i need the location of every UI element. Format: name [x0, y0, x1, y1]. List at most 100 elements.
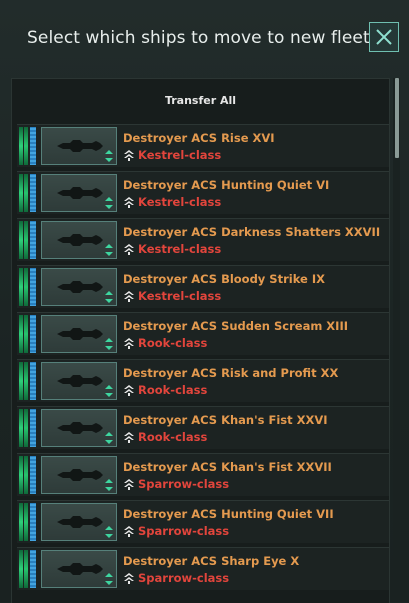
ship-thumbnail	[41, 268, 117, 306]
shield-bar	[30, 362, 36, 400]
hull-bar	[19, 268, 23, 306]
armor-bar	[24, 550, 28, 588]
shield-bar	[30, 456, 36, 494]
destroyer-ship-icon	[57, 469, 103, 481]
ship-name: Destroyer ACS Sharp Eye X	[123, 554, 300, 568]
ship-name: Destroyer ACS Sudden Scream XIII	[123, 319, 349, 333]
ship-status-bars	[19, 362, 39, 400]
hull-bar	[19, 362, 23, 400]
hull-bar	[19, 409, 23, 447]
veterancy-rank-icon	[124, 197, 134, 208]
dialog-header: Select which ships to move to new fleet	[0, 0, 409, 74]
reorder-arrows-icon	[105, 573, 113, 585]
destroyer-ship-icon	[57, 516, 103, 528]
reorder-arrows-icon	[105, 150, 113, 162]
reorder-arrows-icon	[105, 338, 113, 350]
shield-bar	[30, 409, 36, 447]
ship-thumbnail	[41, 174, 117, 212]
close-x-icon	[376, 29, 392, 45]
armor-bar	[24, 456, 28, 494]
ship-row[interactable]: Destroyer ACS Darkness Shatters XXVII Ke…	[17, 218, 389, 261]
ship-row[interactable]: Destroyer ACS Khan's Fist XXVI Rook-clas…	[17, 406, 389, 449]
ship-class: Sparrow-class	[138, 571, 230, 585]
ship-status-bars	[19, 409, 39, 447]
ship-name: Destroyer ACS Rise XVI	[123, 131, 275, 145]
armor-bar	[24, 174, 28, 212]
fleet-transfer-dialog: Select which ships to move to new fleet …	[0, 0, 409, 603]
ship-status-bars	[19, 221, 39, 259]
ship-row[interactable]: Destroyer ACS Khan's Fist XXVII Sparrow-…	[17, 453, 389, 496]
ship-class: Rook-class	[138, 383, 208, 397]
destroyer-ship-icon	[57, 563, 103, 575]
hull-bar	[19, 503, 23, 541]
hull-bar	[19, 456, 23, 494]
destroyer-ship-icon	[57, 328, 103, 340]
ship-name: Destroyer ACS Khan's Fist XXVII	[123, 460, 332, 474]
ship-name: Destroyer ACS Hunting Quiet VI	[123, 178, 330, 192]
veterancy-rank-icon	[124, 432, 134, 443]
ship-list: Transfer All Destroyer ACS Rise XVI Kest…	[11, 78, 390, 603]
ship-status-bars	[19, 268, 39, 306]
hull-bar	[19, 315, 23, 353]
reorder-arrows-icon	[105, 244, 113, 256]
ship-status-bars	[19, 456, 39, 494]
shield-bar	[30, 503, 36, 541]
ship-row[interactable]: Destroyer ACS Hunting Quiet VI Kestrel-c…	[17, 171, 389, 214]
hull-bar	[19, 221, 23, 259]
ship-class: Sparrow-class	[138, 524, 230, 538]
ship-row[interactable]: Destroyer ACS Risk and Profit XX Rook-cl…	[17, 359, 389, 402]
veterancy-rank-icon	[124, 291, 134, 302]
destroyer-ship-icon	[57, 281, 103, 293]
ship-row[interactable]: Destroyer ACS Hunting Quiet VII Sparrow-…	[17, 500, 389, 543]
ship-thumbnail	[41, 503, 117, 541]
reorder-arrows-icon	[105, 479, 113, 491]
armor-bar	[24, 315, 28, 353]
ship-thumbnail	[41, 315, 117, 353]
shield-bar	[30, 174, 36, 212]
armor-bar	[24, 268, 28, 306]
ship-name: Destroyer ACS Risk and Profit XX	[123, 366, 339, 380]
scrollbar-thumb[interactable]	[395, 78, 399, 158]
hull-bar	[19, 174, 23, 212]
ship-name: Destroyer ACS Hunting Quiet VII	[123, 507, 334, 521]
close-button[interactable]	[369, 22, 399, 52]
shield-bar	[30, 315, 36, 353]
ship-status-bars	[19, 550, 39, 588]
armor-bar	[24, 127, 28, 165]
ship-row[interactable]: Destroyer ACS Rise XVI Kestrel-class	[17, 124, 389, 167]
ship-name: Destroyer ACS Darkness Shatters XXVII	[123, 225, 381, 239]
shield-bar	[30, 268, 36, 306]
ship-class: Kestrel-class	[138, 195, 222, 209]
ship-thumbnail	[41, 362, 117, 400]
ship-status-bars	[19, 174, 39, 212]
armor-bar	[24, 221, 28, 259]
shield-bar	[30, 550, 36, 588]
ship-status-bars	[19, 315, 39, 353]
armor-bar	[24, 362, 28, 400]
reorder-arrows-icon	[105, 432, 113, 444]
reorder-arrows-icon	[105, 291, 113, 303]
ship-thumbnail	[41, 550, 117, 588]
hull-bar	[19, 127, 23, 165]
ship-class: Rook-class	[138, 430, 208, 444]
ship-thumbnail	[41, 456, 117, 494]
ship-class: Kestrel-class	[138, 242, 222, 256]
dialog-title: Select which ships to move to new fleet	[27, 28, 370, 48]
ship-row[interactable]: Destroyer ACS Sharp Eye X Sparrow-class	[17, 547, 389, 590]
ship-row[interactable]: Destroyer ACS Bloody Strike IX Kestrel-c…	[17, 265, 389, 308]
shield-bar	[30, 221, 36, 259]
hull-bar	[19, 550, 23, 588]
ship-class: Kestrel-class	[138, 289, 222, 303]
veterancy-rank-icon	[124, 150, 134, 161]
destroyer-ship-icon	[57, 422, 103, 434]
reorder-arrows-icon	[105, 526, 113, 538]
veterancy-rank-icon	[124, 244, 134, 255]
ship-status-bars	[19, 503, 39, 541]
ship-status-bars	[19, 127, 39, 165]
destroyer-ship-icon	[57, 234, 103, 246]
armor-bar	[24, 409, 28, 447]
ship-class: Sparrow-class	[138, 477, 230, 491]
transfer-all-button[interactable]: Transfer All	[12, 79, 389, 121]
veterancy-rank-icon	[124, 385, 134, 396]
ship-row[interactable]: Destroyer ACS Sudden Scream XIII Rook-cl…	[17, 312, 389, 355]
